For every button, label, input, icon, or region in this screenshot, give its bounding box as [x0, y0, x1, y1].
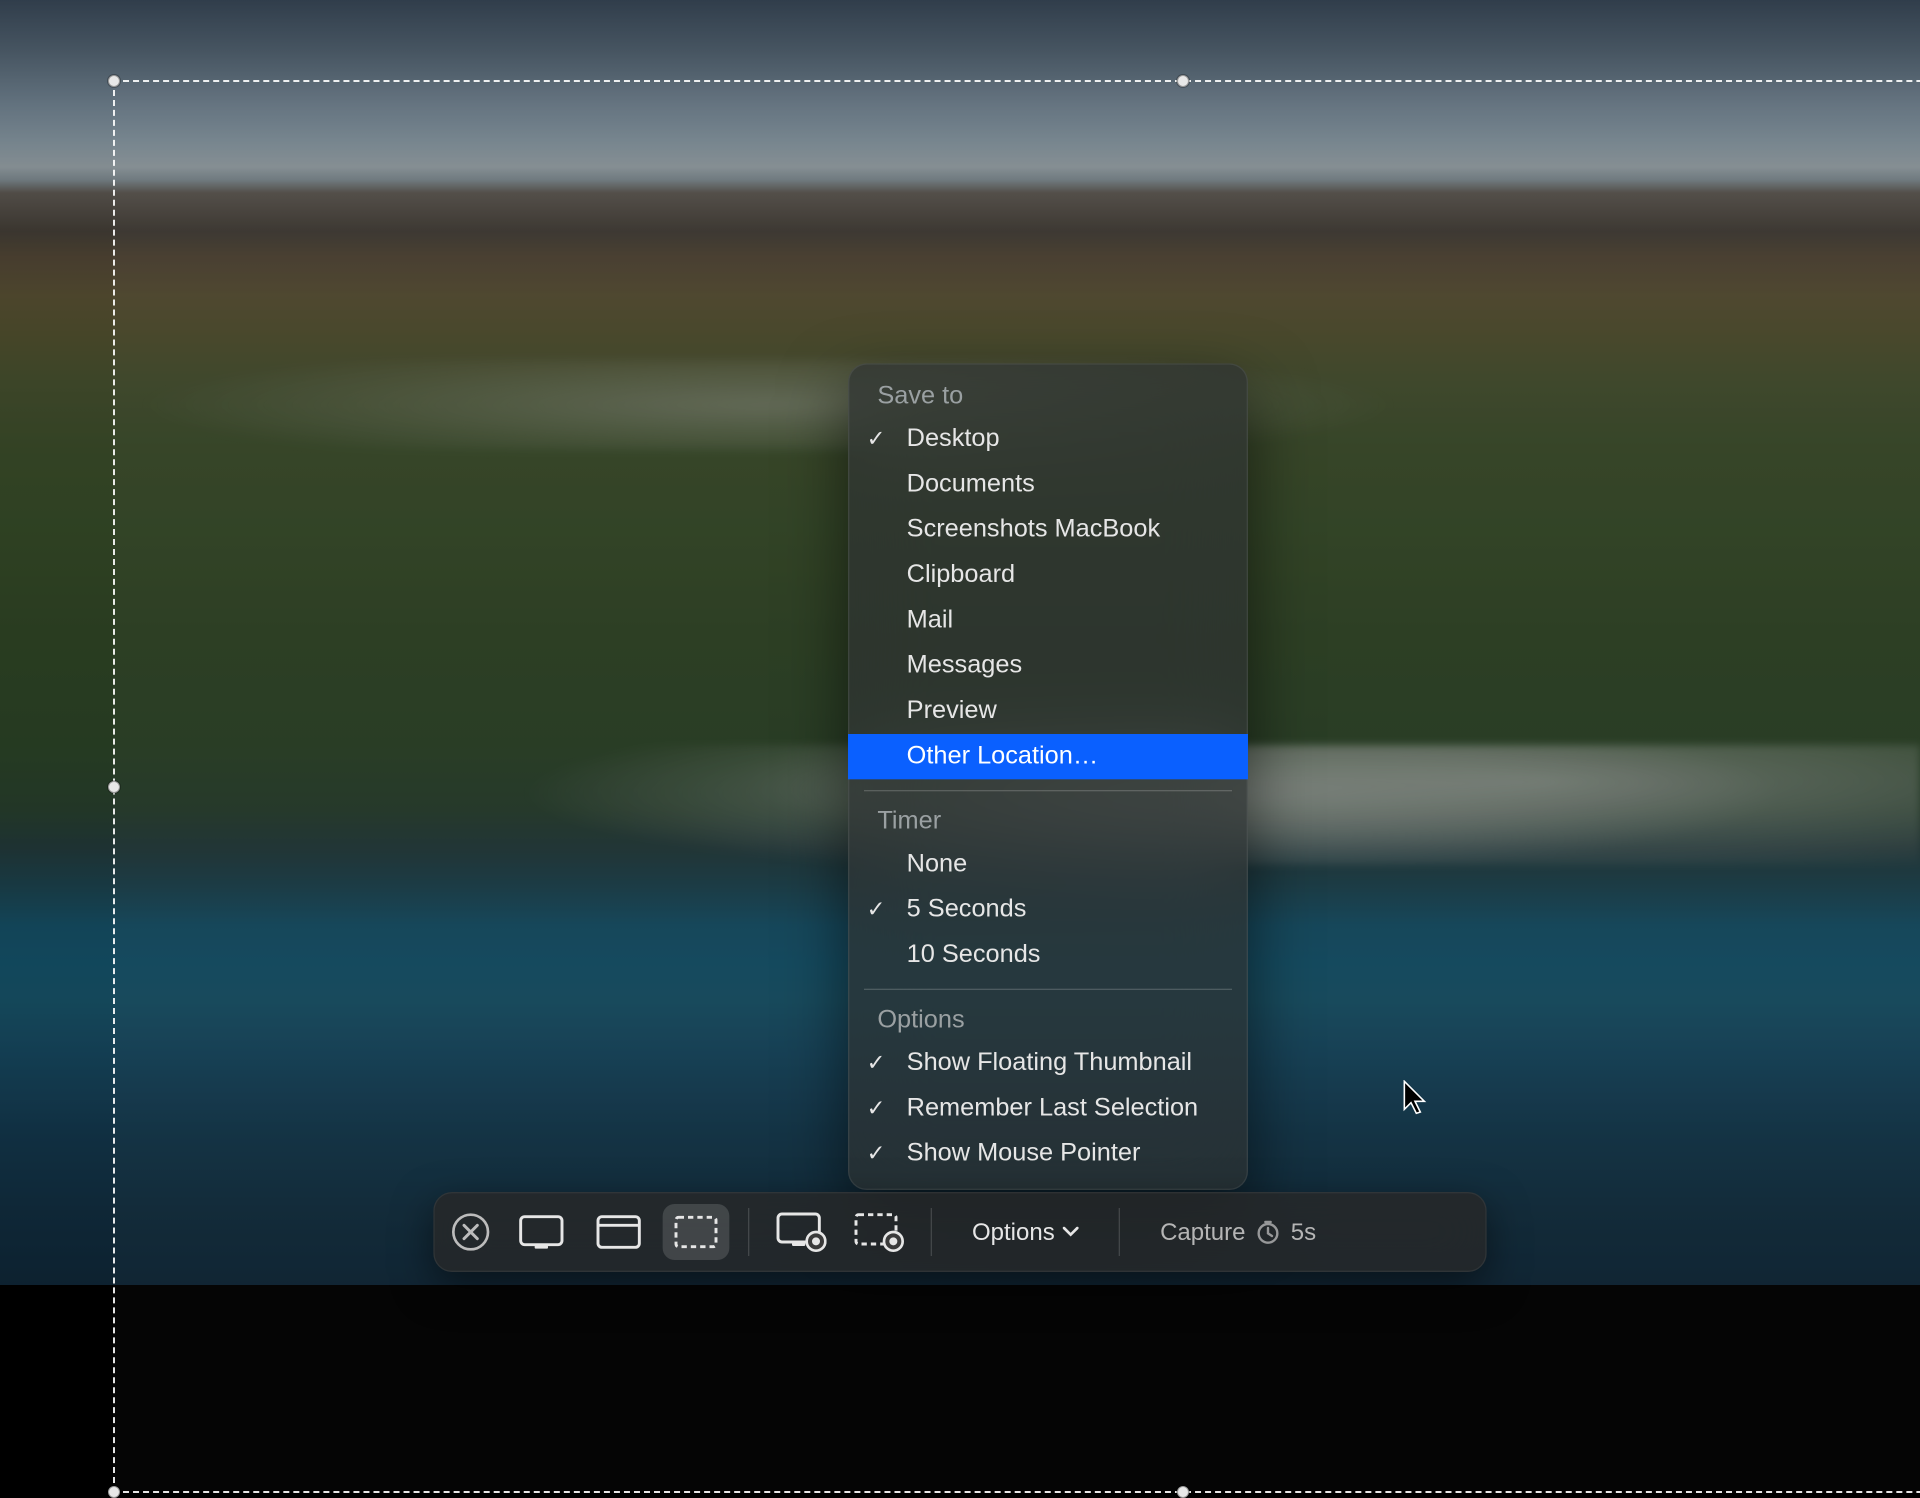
option-item-label: Show Floating Thumbnail: [877, 1049, 1192, 1078]
close-icon: [461, 1222, 480, 1241]
option-item[interactable]: ✓Remember Last Selection: [848, 1086, 1248, 1131]
close-button[interactable]: [452, 1213, 489, 1250]
window-icon: [596, 1214, 641, 1249]
save-to-item-label: Messages: [877, 652, 1022, 681]
menu-separator: [864, 790, 1232, 791]
timer-item[interactable]: 10 Seconds: [848, 933, 1248, 978]
timer-item-label: 10 Seconds: [877, 941, 1040, 970]
save-to-item[interactable]: Clipboard: [848, 553, 1248, 598]
capture-selected-portion-button[interactable]: [663, 1204, 730, 1260]
save-to-item[interactable]: Preview: [848, 689, 1248, 734]
selection-icon: [673, 1214, 718, 1249]
save-to-item[interactable]: Mail: [848, 598, 1248, 643]
toolbar-divider: [748, 1208, 749, 1256]
check-icon: ✓: [867, 426, 886, 453]
timer-item-label: 5 Seconds: [877, 896, 1026, 925]
capture-selected-window-button[interactable]: [585, 1204, 652, 1260]
record-entire-screen-button[interactable]: [768, 1204, 835, 1260]
menu-header-timer: Timer: [848, 802, 1248, 842]
save-to-item-label: Preview: [877, 697, 996, 726]
screen-icon: [519, 1214, 564, 1249]
capture-label: Capture: [1160, 1218, 1245, 1246]
save-to-item-label: Clipboard: [877, 561, 1015, 590]
capture-button[interactable]: Capture 5s: [1139, 1204, 1338, 1260]
timer-item[interactable]: None: [848, 842, 1248, 887]
options-menu[interactable]: Save to ✓DesktopDocumentsScreenshots Mac…: [848, 364, 1248, 1191]
record-selected-portion-button[interactable]: [845, 1204, 912, 1260]
screenshot-toolbar: Options Capture 5s: [433, 1192, 1486, 1272]
timer-item-label: None: [877, 850, 967, 879]
save-to-item[interactable]: Documents: [848, 462, 1248, 507]
check-icon: ✓: [867, 1141, 886, 1168]
option-item-label: Show Mouse Pointer: [877, 1140, 1140, 1169]
selection-handle-bottom-center[interactable]: [1177, 1486, 1189, 1498]
check-icon: ✓: [867, 1050, 886, 1077]
selection-handle-mid-left[interactable]: [108, 781, 120, 793]
selection-handle-bottom-left[interactable]: [108, 1486, 120, 1498]
timer-item[interactable]: ✓5 Seconds: [848, 888, 1248, 933]
save-to-item-label: Screenshots MacBook: [877, 516, 1160, 545]
save-to-item[interactable]: Messages: [848, 644, 1248, 689]
option-item[interactable]: ✓Show Floating Thumbnail: [848, 1041, 1248, 1086]
record-screen-icon: [776, 1212, 827, 1252]
timer-icon: [1256, 1220, 1280, 1244]
save-to-item[interactable]: Other Location…: [848, 734, 1248, 779]
record-selection-icon: [853, 1212, 904, 1252]
options-label: Options: [972, 1218, 1055, 1246]
toolbar-divider: [1119, 1208, 1120, 1256]
options-button[interactable]: Options: [951, 1204, 1100, 1260]
save-to-item-label: Other Location…: [877, 742, 1098, 771]
check-icon: ✓: [867, 1096, 886, 1123]
save-to-item[interactable]: ✓Desktop: [848, 417, 1248, 462]
menu-header-options: Options: [848, 1001, 1248, 1041]
save-to-item-label: Desktop: [877, 425, 999, 454]
toolbar-divider: [931, 1208, 932, 1256]
save-to-item-label: Mail: [877, 606, 953, 635]
capture-entire-screen-button[interactable]: [508, 1204, 575, 1260]
save-to-item[interactable]: Screenshots MacBook: [848, 508, 1248, 553]
menu-header-save-to: Save to: [848, 377, 1248, 417]
capture-timer-value: 5s: [1291, 1218, 1316, 1246]
option-item[interactable]: ✓Show Mouse Pointer: [848, 1132, 1248, 1177]
menu-separator: [864, 989, 1232, 990]
chevron-down-icon: [1063, 1226, 1079, 1237]
option-item-label: Remember Last Selection: [877, 1094, 1198, 1123]
check-icon: ✓: [867, 897, 886, 924]
save-to-item-label: Documents: [877, 470, 1034, 499]
